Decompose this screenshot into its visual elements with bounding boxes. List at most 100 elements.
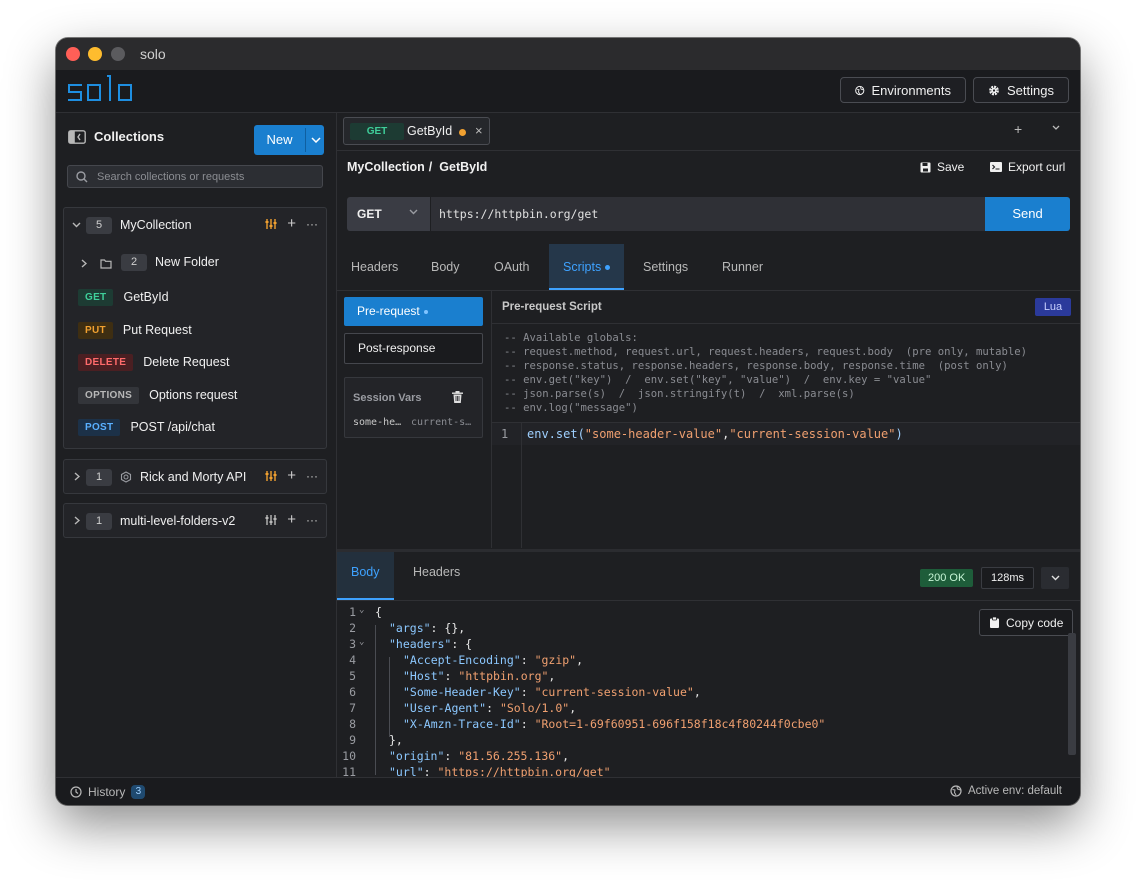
request-tab[interactable]: GET GetById ×: [343, 117, 490, 145]
sliders-icon[interactable]: [265, 218, 277, 230]
zoom-window-button[interactable]: [111, 47, 125, 61]
terminal-icon: [990, 162, 1002, 172]
search-icon: [76, 170, 88, 182]
request-item[interactable]: GET GetById: [78, 286, 169, 308]
response-tab-headers[interactable]: Headers: [413, 552, 460, 600]
status-badge: 200 OK: [920, 569, 974, 587]
response-tab-body[interactable]: Body: [337, 552, 394, 600]
method-badge: POST: [78, 418, 121, 436]
script-editor[interactable]: Pre-request Script Lua -- Available glob…: [492, 291, 1080, 548]
collection-header[interactable]: 1 Rick and Morty API + ···: [64, 460, 326, 494]
json-key: "origin": [389, 749, 445, 763]
search-box[interactable]: [67, 165, 323, 188]
tab-runner[interactable]: Runner: [722, 244, 763, 290]
chevron-right-icon[interactable]: [81, 259, 87, 268]
tab-body[interactable]: Body: [431, 244, 460, 290]
json-punct: ,: [693, 685, 701, 699]
pre-request-button[interactable]: Pre-request: [344, 297, 483, 326]
active-env-indicator[interactable]: Active env: default: [950, 785, 1062, 797]
collection-rick-and-morty[interactable]: 1 Rick and Morty API + ···: [63, 459, 327, 494]
settings-button[interactable]: Settings: [973, 77, 1069, 103]
collapse-response-button[interactable]: [1041, 567, 1069, 589]
json-value: "httpbin.org": [458, 669, 549, 683]
collection-multi-level-folders[interactable]: 1 multi-level-folders-v2 + ···: [63, 503, 327, 538]
clipboard-icon: [990, 617, 999, 628]
json-punct: :: [520, 685, 535, 699]
method-badge: OPTIONS: [78, 386, 140, 404]
code-line[interactable]: 1 env.set("some-header-value","current-s…: [492, 422, 1080, 445]
new-dropdown-toggle[interactable]: [307, 125, 324, 155]
json-punct: :: [444, 669, 459, 683]
method-select[interactable]: GET: [347, 197, 430, 231]
window-title: solo: [140, 46, 166, 62]
new-button[interactable]: New: [254, 125, 324, 155]
copy-code-button[interactable]: Copy code: [979, 609, 1073, 636]
sidebar-toggle-icon[interactable]: [68, 129, 86, 144]
chevron-down-icon: [310, 137, 321, 143]
json-key: "Accept-Encoding": [403, 653, 521, 667]
chevron-right-icon[interactable]: [74, 516, 80, 525]
more-icon[interactable]: ···: [306, 514, 318, 526]
request-item[interactable]: OPTIONS Options request: [78, 384, 237, 406]
environments-button[interactable]: Environments: [840, 77, 966, 103]
folder-row[interactable]: 2 New Folder: [64, 252, 326, 274]
fold-chevron-icon[interactable]: ⌄: [359, 637, 364, 647]
request-item[interactable]: DELETE Delete Request: [78, 351, 229, 373]
breadcrumb-collection[interactable]: MyCollection: [347, 160, 425, 174]
json-value: "Root=1-69f60951-696f158f18c4f80244f0cbe…: [534, 717, 826, 731]
minimize-window-button[interactable]: [88, 47, 102, 61]
chevron-right-icon[interactable]: [74, 472, 80, 481]
url-bar: GET https://httpbin.org/get Send: [347, 197, 1070, 231]
post-response-button[interactable]: Post-response: [344, 333, 483, 364]
close-window-button[interactable]: [66, 47, 80, 61]
chevron-down-icon[interactable]: [1052, 125, 1060, 130]
json-text: "Host": "httpbin.org",: [403, 669, 555, 683]
json-punct: {: [375, 605, 382, 619]
method-value: GET: [357, 207, 382, 221]
history-button[interactable]: History 3: [70, 785, 146, 799]
request-name: GetById: [123, 290, 169, 304]
request-item[interactable]: POST POST /api/chat: [78, 416, 215, 438]
request-name: Options request: [149, 388, 238, 402]
response-scrollbar[interactable]: [1068, 633, 1076, 755]
session-var-value: current-s…: [411, 417, 472, 428]
more-icon[interactable]: ···: [306, 218, 318, 230]
new-tab-icon[interactable]: +: [1014, 121, 1022, 137]
trash-icon[interactable]: [452, 391, 463, 403]
history-count-badge: 3: [131, 785, 146, 799]
sliders-icon[interactable]: [265, 470, 277, 482]
status-bar: History 3 Active env: default: [56, 777, 1080, 805]
chevron-down-icon[interactable]: [72, 222, 81, 228]
folder-name: New Folder: [155, 255, 219, 269]
add-icon[interactable]: +: [287, 468, 296, 483]
json-punct: :: [520, 653, 535, 667]
json-text: "X-Amzn-Trace-Id": "Root=1-69f60951-696f…: [403, 717, 825, 731]
line-number: 1: [501, 427, 509, 441]
save-button[interactable]: Save: [920, 160, 964, 174]
export-curl-button[interactable]: Export curl: [990, 160, 1065, 174]
sliders-icon[interactable]: [265, 514, 277, 526]
request-item[interactable]: PUT Put Request: [78, 319, 192, 341]
more-icon[interactable]: ···: [306, 470, 318, 482]
request-tab-bar: GET GetById × +: [337, 113, 1080, 151]
add-icon[interactable]: +: [287, 216, 296, 231]
close-tab-icon[interactable]: ×: [475, 123, 483, 138]
collection-header[interactable]: 1 multi-level-folders-v2 + ···: [64, 504, 326, 538]
line-number: 8: [349, 717, 356, 731]
tab-scripts[interactable]: Scripts: [549, 244, 625, 290]
save-label: Save: [937, 160, 965, 174]
tab-oauth[interactable]: OAuth: [494, 244, 529, 290]
tab-settings[interactable]: Settings: [643, 244, 688, 290]
collection-header[interactable]: 5 MyCollection + ···: [64, 208, 326, 242]
line-number: 3: [349, 637, 356, 651]
tab-headers[interactable]: Headers: [351, 244, 398, 290]
fold-chevron-icon[interactable]: ⌄: [359, 605, 364, 615]
send-button[interactable]: Send: [985, 197, 1070, 231]
url-input[interactable]: https://httpbin.org/get: [431, 197, 985, 231]
response-body[interactable]: 1 ⌄{2 "args": {}, 3 ⌄ "headers": {4 "Accept-En…: [337, 601, 1080, 780]
search-input[interactable]: [95, 169, 319, 184]
add-icon[interactable]: +: [287, 512, 296, 527]
code-arg-key: "some-header-value": [584, 427, 723, 441]
history-label: History: [88, 785, 126, 799]
line-number: 10: [342, 749, 356, 763]
